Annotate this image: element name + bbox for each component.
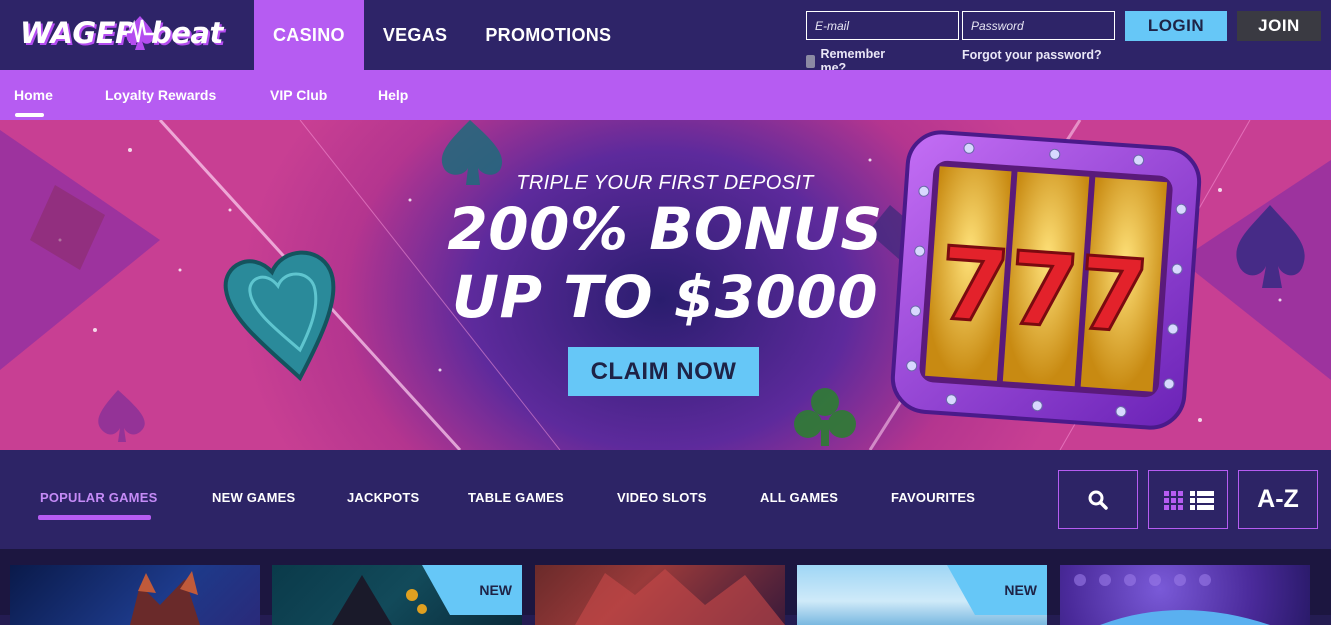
game-tile[interactable] <box>535 565 785 625</box>
search-button[interactable] <box>1058 470 1138 529</box>
tab-popular-games[interactable]: POPULAR GAMES <box>40 490 157 505</box>
logo-text-wager: WAGER <box>20 16 137 50</box>
az-label: A-Z <box>1257 485 1299 513</box>
game-artwork <box>575 569 785 625</box>
subnav-loyalty-rewards[interactable]: Loyalty Rewards <box>105 87 216 103</box>
new-badge: NEW <box>422 565 522 615</box>
forgot-password-link[interactable]: Forgot your password? <box>962 48 1102 62</box>
new-badge-label: NEW <box>479 582 512 598</box>
subnav-vip-club[interactable]: VIP Club <box>270 87 327 103</box>
subnav-home[interactable]: Home <box>14 87 53 103</box>
tab-favourites[interactable]: FAVOURITES <box>891 490 975 505</box>
remember-checkbox[interactable] <box>806 54 816 68</box>
claim-now-button[interactable]: CLAIM NOW <box>568 347 759 396</box>
new-badge: NEW <box>947 565 1047 615</box>
view-toggle-button[interactable] <box>1148 470 1228 529</box>
game-tile[interactable]: NEW <box>272 565 522 625</box>
email-field[interactable] <box>806 11 959 40</box>
search-icon <box>1088 490 1108 510</box>
hero-title-line2: UP TO $3000 <box>451 263 879 331</box>
az-sort-button[interactable]: A-Z <box>1238 470 1318 529</box>
subnav-active-indicator <box>15 113 44 117</box>
nav-casino[interactable]: CASINO <box>254 0 364 70</box>
password-field[interactable] <box>962 11 1115 40</box>
game-category-bar: POPULAR GAMES NEW GAMES JACKPOTS TABLE G… <box>0 450 1331 549</box>
top-bar: WAGER beat CASINO VEGAS PROMOTIONS Remem… <box>0 0 1331 75</box>
tab-all-games[interactable]: ALL GAMES <box>760 490 838 505</box>
slot-symbol: 777 <box>935 225 1151 356</box>
sub-nav: Home Loyalty Rewards VIP Club Help <box>0 70 1331 120</box>
new-badge-label: NEW <box>1004 582 1037 598</box>
tab-new-games[interactable]: NEW GAMES <box>212 490 295 505</box>
game-grid: NEW NEW <box>0 549 1331 625</box>
wagerbeat-logo[interactable]: WAGER beat <box>20 10 230 58</box>
game-tile[interactable] <box>1060 565 1310 625</box>
logo-text-beat: beat <box>151 16 223 50</box>
main-nav: CASINO VEGAS PROMOTIONS <box>254 0 630 70</box>
nav-promotions[interactable]: PROMOTIONS <box>466 0 630 70</box>
login-button[interactable]: LOGIN <box>1125 11 1227 41</box>
tab-jackpots[interactable]: JACKPOTS <box>347 490 419 505</box>
join-button[interactable]: JOIN <box>1237 11 1321 41</box>
subnav-help[interactable]: Help <box>378 87 408 103</box>
grid-list-icon <box>1164 490 1214 510</box>
hero-banner[interactable]: 777 TRIPLE YOUR FIRST DEPOSIT 200% BONUS… <box>0 120 1331 450</box>
game-tile[interactable]: NEW <box>797 565 1047 625</box>
game-tile[interactable] <box>10 565 260 625</box>
hero-title-line1: 200% BONUS <box>447 195 883 263</box>
nav-vegas[interactable]: VEGAS <box>364 0 467 70</box>
tab-video-slots[interactable]: VIDEO SLOTS <box>617 490 707 505</box>
hero-subtitle: TRIPLE YOUR FIRST DEPOSIT <box>516 172 814 194</box>
category-active-indicator <box>38 515 151 520</box>
game-artwork <box>1074 574 1270 625</box>
wolf-artwork <box>130 571 200 625</box>
tab-table-games[interactable]: TABLE GAMES <box>468 490 564 505</box>
